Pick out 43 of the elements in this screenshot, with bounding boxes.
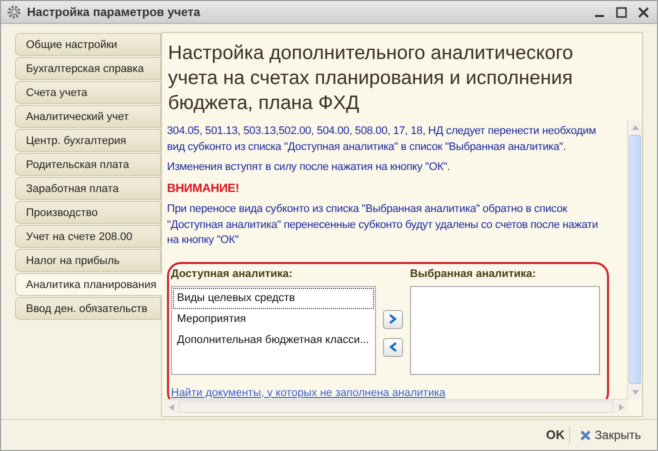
selected-list[interactable]: [410, 286, 600, 374]
gear-icon: [7, 5, 21, 19]
tab[interactable]: Аналитический учет: [15, 105, 161, 128]
tab[interactable]: Учет на счете 208.00: [15, 225, 161, 248]
chevron-left-icon: [389, 342, 397, 352]
list-item[interactable]: Мероприятия: [173, 308, 374, 330]
tab[interactable]: Аналитика планирования: [15, 273, 162, 296]
tab[interactable]: Счета учета: [15, 81, 161, 104]
close-icon: [580, 430, 591, 440]
scroll-down-icon[interactable]: [632, 388, 638, 396]
maximize-icon: [616, 6, 626, 18]
scroll-up-icon[interactable]: [632, 124, 638, 130]
warning-text: ВНИМАНИЕ!: [167, 180, 240, 196]
scroll-right-icon[interactable]: [618, 404, 624, 410]
info-text: 304.05, 501.13, 503.13,502.00, 504.00, 508.00, 17, 18, НД следует перенести необходим вид субконто из списка "Доступная аналитика" в список "Выбранная аналитика".: [167, 124, 597, 154]
minimize-icon: [594, 15, 604, 17]
close-icon: [638, 6, 648, 18]
tab[interactable]: Заработная плата: [15, 177, 161, 200]
available-list[interactable]: Виды целевых средств Мероприятия Дополнительная бюджетная класси...: [171, 286, 376, 374]
tab[interactable]: Бухгалтерская справка: [15, 57, 161, 80]
ok-button[interactable]: OK: [542, 426, 570, 444]
scroll-left-icon[interactable]: [168, 404, 174, 410]
find-documents-link[interactable]: Найти документы, у которых не заполнена аналитика: [171, 386, 446, 398]
tab[interactable]: Ввод ден. обязательств: [15, 297, 161, 320]
tab[interactable]: Производство: [15, 201, 161, 224]
tab[interactable]: Родительская плата: [15, 153, 161, 176]
list-item[interactable]: Дополнительная бюджетная класси...: [173, 330, 374, 350]
vertical-scrollbar[interactable]: [627, 120, 642, 399]
list-item[interactable]: Виды целевых средств: [173, 288, 374, 308]
tab[interactable]: Центр. бухгалтерия: [15, 129, 161, 152]
list-label: Выбранная аналитика:: [410, 268, 537, 280]
info-text: При переносе вида субконто из списка "Выбранная аналитика" обратно в список "Доступная аналитика" перенесенные субконто будут удалены со счетов после нажати на кнопку "ОК": [167, 202, 599, 248]
info-text: Изменения вступят в силу после нажатия на кнопку "ОК".: [167, 160, 451, 175]
move-left-button[interactable]: [383, 338, 403, 356]
close-dialog-button[interactable]: Закрыть: [578, 426, 643, 444]
section-heading: Настройка дополнительного аналитического учета на счетах планирования и исполнения бюджета, плана ФХД: [167, 41, 574, 116]
horizontal-scrollbar[interactable]: [164, 399, 628, 414]
chevron-right-icon: [389, 314, 397, 324]
window-title: Настройка параметров учета: [27, 5, 202, 19]
list-label: Доступная аналитика:: [171, 268, 294, 280]
move-right-button[interactable]: [383, 310, 403, 328]
tab[interactable]: Общие настройки: [15, 33, 161, 56]
tab[interactable]: Налог на прибыль: [15, 249, 161, 272]
